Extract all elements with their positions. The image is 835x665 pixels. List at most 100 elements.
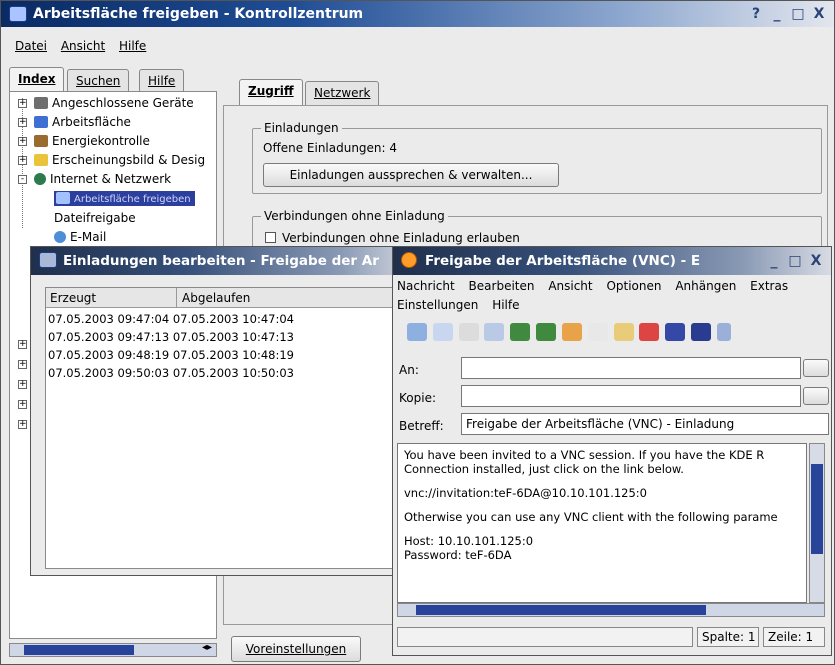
kmail-icon [401,252,417,268]
cc-field[interactable] [461,385,801,407]
defaults-button[interactable]: Voreinstellungen [231,636,361,662]
cc-label: Kopie: [399,391,436,405]
invitations-window-icon [39,252,57,268]
tree-expander-6[interactable]: + [18,340,27,349]
sign-icon[interactable] [691,323,712,341]
tree-item-email[interactable]: E-Mail [54,230,106,244]
save-icon[interactable] [458,323,479,341]
tree-horizontal-scrollbar[interactable]: ◂▸ [9,642,217,657]
mail-vertical-scrollbar[interactable] [809,443,825,603]
email-icon [54,231,66,243]
to-field[interactable] [461,357,801,379]
mail-window-controls: _ □ X [765,252,825,270]
cc-address-book-button[interactable] [803,387,829,405]
menu-ansicht[interactable]: Ansicht [61,39,105,53]
mail-status-message [397,627,693,647]
menu-anhaengen[interactable]: Anhängen [675,279,736,293]
main-menubar: Datei Ansicht Hilfe [15,39,156,53]
mail-minimize-button[interactable]: _ [765,252,783,270]
subject-field[interactable]: Freigabe der Arbeitsfläche (VNC) - Einla… [461,413,829,435]
menu-nachricht[interactable]: Nachricht [397,279,455,293]
tab-netzwerk[interactable]: Netzwerk [305,81,380,105]
tab-hilfe[interactable]: Hilfe [139,69,185,93]
tree-item-power[interactable]: Energiekontrolle [34,134,150,148]
desktop-icon [34,116,48,128]
invitations-group: Einladungen Offene Einladungen: 4 Einlad… [252,121,822,194]
control-center-icon [9,6,27,22]
power-icon [34,135,48,147]
attach-icon[interactable] [665,323,686,341]
queue-icon[interactable] [432,323,453,341]
mail-maximize-button[interactable]: □ [786,252,804,270]
to-address-book-button[interactable] [803,359,829,377]
table-row[interactable]: 07.05.2003 09:48:19 07.05.2003 10:48:19 [48,348,294,362]
help-button[interactable]: ? [747,5,765,23]
tree-expander-appearance[interactable]: + [18,156,27,165]
tree-expander-8[interactable]: + [18,380,27,389]
tree-item-internet[interactable]: Internet & Netzwerk [34,172,171,186]
invitations-window-title: Einladungen bearbeiten - Freigabe der Ar [63,253,379,269]
close-button[interactable]: X [810,5,828,23]
tree-expander-10[interactable]: + [18,420,27,429]
paste-icon[interactable] [613,323,634,341]
mail-composer-window: Freigabe der Arbeitsfläche (VNC) - E _ □… [392,246,832,656]
status-column: Spalte: 1 [697,627,759,647]
menu-bearbeiten[interactable]: Bearbeiten [469,279,535,293]
allow-uninvited-checkbox[interactable] [265,232,276,243]
tab-zugriff[interactable]: Zugriff [239,79,303,105]
mail-horizontal-scrollbar[interactable] [397,603,825,617]
tree-expander-9[interactable]: + [18,400,27,409]
mail-menubar-row1: Nachricht Bearbeiten Ansicht Optionen An… [397,279,798,293]
menu-extras[interactable]: Extras [750,279,788,293]
mail-vscroll-thumb[interactable] [811,464,823,554]
menu-hilfe[interactable]: Hilfe [119,39,146,53]
main-title-bar[interactable]: Arbeitsfläche freigeben - Kontrollzentru… [1,1,834,27]
menu-datei[interactable]: Datei [15,39,47,53]
tree-item-desktop[interactable]: Arbeitsfläche [34,115,131,129]
cut-icon[interactable] [561,323,582,341]
spellcheck-icon[interactable] [639,323,660,341]
tree-scroll-thumb[interactable] [24,645,134,655]
tree-expander-internet[interactable]: - [18,175,27,184]
manage-invitations-button[interactable]: Einladungen aussprechen & verwalten... [263,163,559,187]
table-row[interactable]: 07.05.2003 09:50:03 07.05.2003 10:50:03 [48,366,294,380]
column-header-expired[interactable]: Abgelaufen [182,291,250,305]
tree-item-file-sharing[interactable]: Dateifreigabe [54,211,136,225]
more-tools-icon[interactable] [716,323,731,341]
maximize-button[interactable]: □ [789,5,807,23]
invitations-title-bar[interactable]: Einladungen bearbeiten - Freigabe der Ar [31,247,419,275]
menu-einstellungen[interactable]: Einstellungen [397,298,478,312]
subject-label: Betreff: [399,419,444,433]
column-header-created[interactable]: Erzeugt [50,291,96,305]
main-window-controls: ? _ □ X [747,5,828,23]
tree-expander-7[interactable]: + [18,360,27,369]
invitations-window: Einladungen bearbeiten - Freigabe der Ar… [30,246,420,576]
redo-icon[interactable] [536,323,557,341]
mail-body-editor[interactable]: You have been invited to a VNC session. … [397,443,807,603]
menu-hilfe-mail[interactable]: Hilfe [492,298,519,312]
undo-icon[interactable] [510,323,531,341]
tab-index[interactable]: Index [9,67,65,93]
tab-suchen[interactable]: Suchen [67,69,130,93]
copy-icon[interactable] [587,323,608,341]
minimize-button[interactable]: _ [768,5,786,23]
send-icon[interactable] [407,323,427,341]
invitations-list[interactable]: Erzeugt Abgelaufen 07.05.2003 09:47:04 0… [45,287,411,569]
tree-expander-devices[interactable]: + [18,99,27,108]
open-invitations-label: Offene Einladungen: 4 [263,141,398,155]
menu-ansicht-mail[interactable]: Ansicht [548,279,592,293]
print-icon[interactable] [484,323,505,341]
scroll-arrows-icon[interactable]: ◂▸ [202,642,212,653]
menu-optionen[interactable]: Optionen [606,279,661,293]
mail-close-button[interactable]: X [807,252,825,270]
mail-hscroll-thumb[interactable] [416,605,706,615]
tree-item-devices[interactable]: Angeschlossene Geräte [34,96,194,110]
allow-uninvited-checkbox-row[interactable]: Verbindungen ohne Einladung erlauben [265,231,520,245]
tree-item-desktop-sharing[interactable]: Arbeitsfläche freigeben [54,191,195,206]
table-row[interactable]: 07.05.2003 09:47:04 07.05.2003 10:47:04 [48,312,294,326]
tree-expander-desktop[interactable]: + [18,118,27,127]
body-line-6: Password: teF-6DA [404,548,512,562]
tree-item-appearance[interactable]: Erscheinungsbild & Desig [34,153,205,167]
tree-expander-power[interactable]: + [18,137,27,146]
table-row[interactable]: 07.05.2003 09:47:13 07.05.2003 10:47:13 [48,330,294,344]
